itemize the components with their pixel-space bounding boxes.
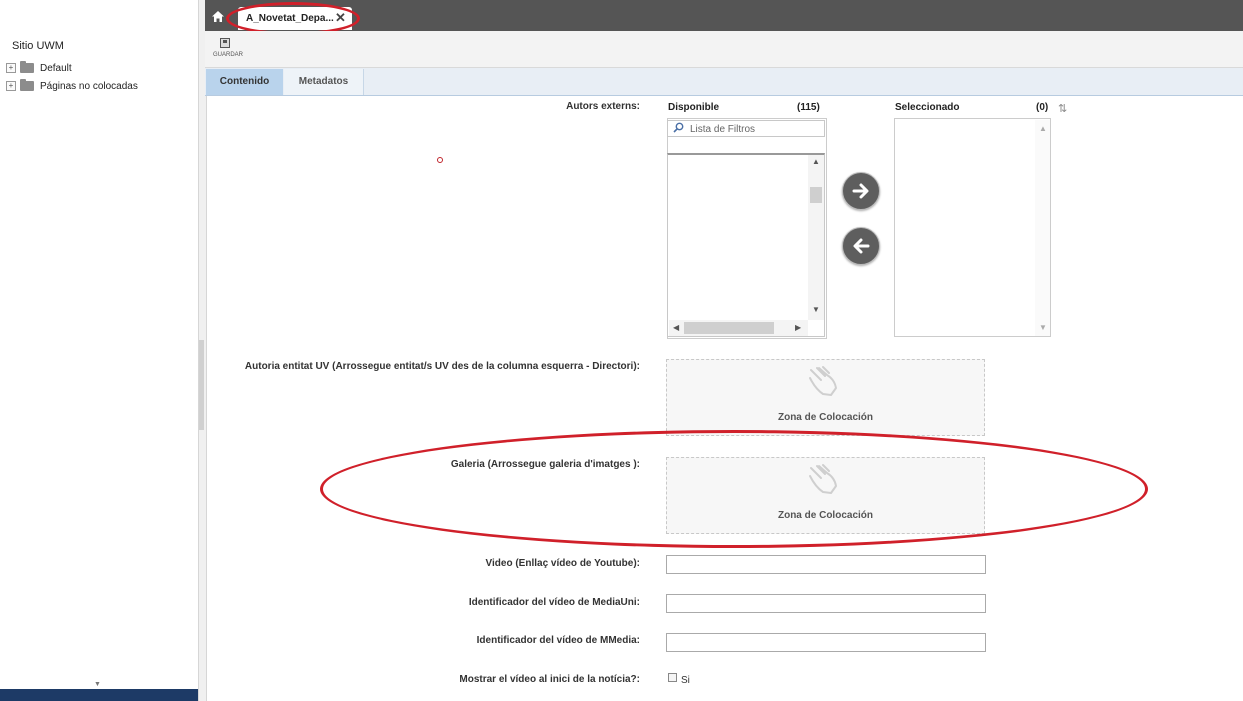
mmedia-input[interactable] bbox=[666, 633, 986, 652]
available-list[interactable] bbox=[667, 153, 825, 337]
tree-item-unplaced-pages[interactable]: + Páginas no colocadas bbox=[6, 78, 138, 94]
save-button-label[interactable]: GUARDAR bbox=[213, 52, 243, 58]
tab-contenido[interactable]: Contenido bbox=[206, 69, 283, 95]
tree-item-default[interactable]: + Default bbox=[6, 60, 72, 76]
mediauni-label: Identificador del vídeo de MediaUni: bbox=[468, 597, 640, 608]
home-icon-glyph bbox=[212, 11, 224, 22]
arrow-right-icon bbox=[852, 183, 869, 199]
video-youtube-input[interactable] bbox=[666, 555, 986, 574]
scroll-up-icon[interactable]: ▲ bbox=[812, 157, 820, 166]
arrow-left-icon bbox=[853, 238, 870, 254]
scroll-right-icon[interactable]: ▶ bbox=[795, 323, 801, 332]
selected-list[interactable] bbox=[894, 118, 1051, 337]
mmedia-label: Identificador del vídeo de MMedia: bbox=[476, 635, 640, 646]
available-vertical-scroll-thumb[interactable] bbox=[810, 187, 822, 203]
expand-icon[interactable]: + bbox=[6, 81, 16, 91]
move-left-button[interactable] bbox=[842, 227, 880, 265]
scroll-up-icon[interactable]: ▲ bbox=[1039, 124, 1047, 133]
video-youtube-label: Video (Enllaç vídeo de Youtube): bbox=[485, 558, 640, 569]
show-video-checkbox[interactable] bbox=[668, 673, 677, 682]
splitter-grip[interactable] bbox=[199, 340, 204, 430]
folder-icon bbox=[20, 61, 34, 73]
available-count: (115) bbox=[797, 102, 820, 113]
left-bottom-bar bbox=[0, 689, 198, 701]
tab-metadatos[interactable]: Metadatos bbox=[284, 69, 364, 95]
search-icon-glyph bbox=[673, 122, 684, 133]
selected-list-title: Seleccionado bbox=[895, 102, 960, 113]
autoria-label: Autoria entitat UV (Arrossegue entitat/s… bbox=[244, 361, 640, 372]
available-horizontal-scroll-thumb[interactable] bbox=[684, 322, 774, 334]
show-video-label: Mostrar el vídeo al inici de la notícia?… bbox=[459, 674, 640, 685]
available-list-title: Disponible bbox=[668, 102, 720, 113]
autoria-drop-label: Zona de Colocación bbox=[777, 412, 873, 423]
annotation-ellipse-galeria bbox=[320, 430, 1148, 548]
scroll-left-icon[interactable]: ◀ bbox=[673, 323, 679, 332]
scroll-down-icon[interactable]: ▼ bbox=[812, 305, 820, 314]
tree-item-label: Default bbox=[40, 62, 72, 74]
mediauni-input[interactable] bbox=[666, 594, 986, 613]
tree-item-label: Páginas no colocadas bbox=[40, 80, 138, 92]
sort-icon[interactable]: ⇅ bbox=[1058, 102, 1067, 115]
hand-pointer-icon bbox=[809, 366, 837, 396]
site-title: Sitio UWM bbox=[12, 40, 64, 52]
save-icon[interactable] bbox=[220, 38, 230, 48]
move-right-button[interactable] bbox=[842, 172, 880, 210]
scroll-down-icon[interactable]: ▼ bbox=[1039, 323, 1047, 332]
search-icon bbox=[673, 122, 684, 136]
selected-vertical-scrollbar[interactable] bbox=[1035, 120, 1050, 336]
autors-externs-label: Autors externs: bbox=[566, 101, 640, 112]
selected-count: (0) bbox=[1036, 102, 1049, 113]
home-icon[interactable] bbox=[208, 8, 228, 28]
filter-placeholder: Lista de Filtros bbox=[690, 124, 756, 135]
toolbar bbox=[205, 31, 1243, 68]
available-vertical-scrollbar[interactable] bbox=[808, 155, 824, 320]
document-tab-bar bbox=[205, 0, 1243, 31]
required-marker-icon bbox=[437, 157, 443, 163]
expand-icon[interactable]: + bbox=[6, 63, 16, 73]
show-video-option-label[interactable]: Si bbox=[681, 675, 690, 686]
folder-icon bbox=[20, 79, 34, 91]
